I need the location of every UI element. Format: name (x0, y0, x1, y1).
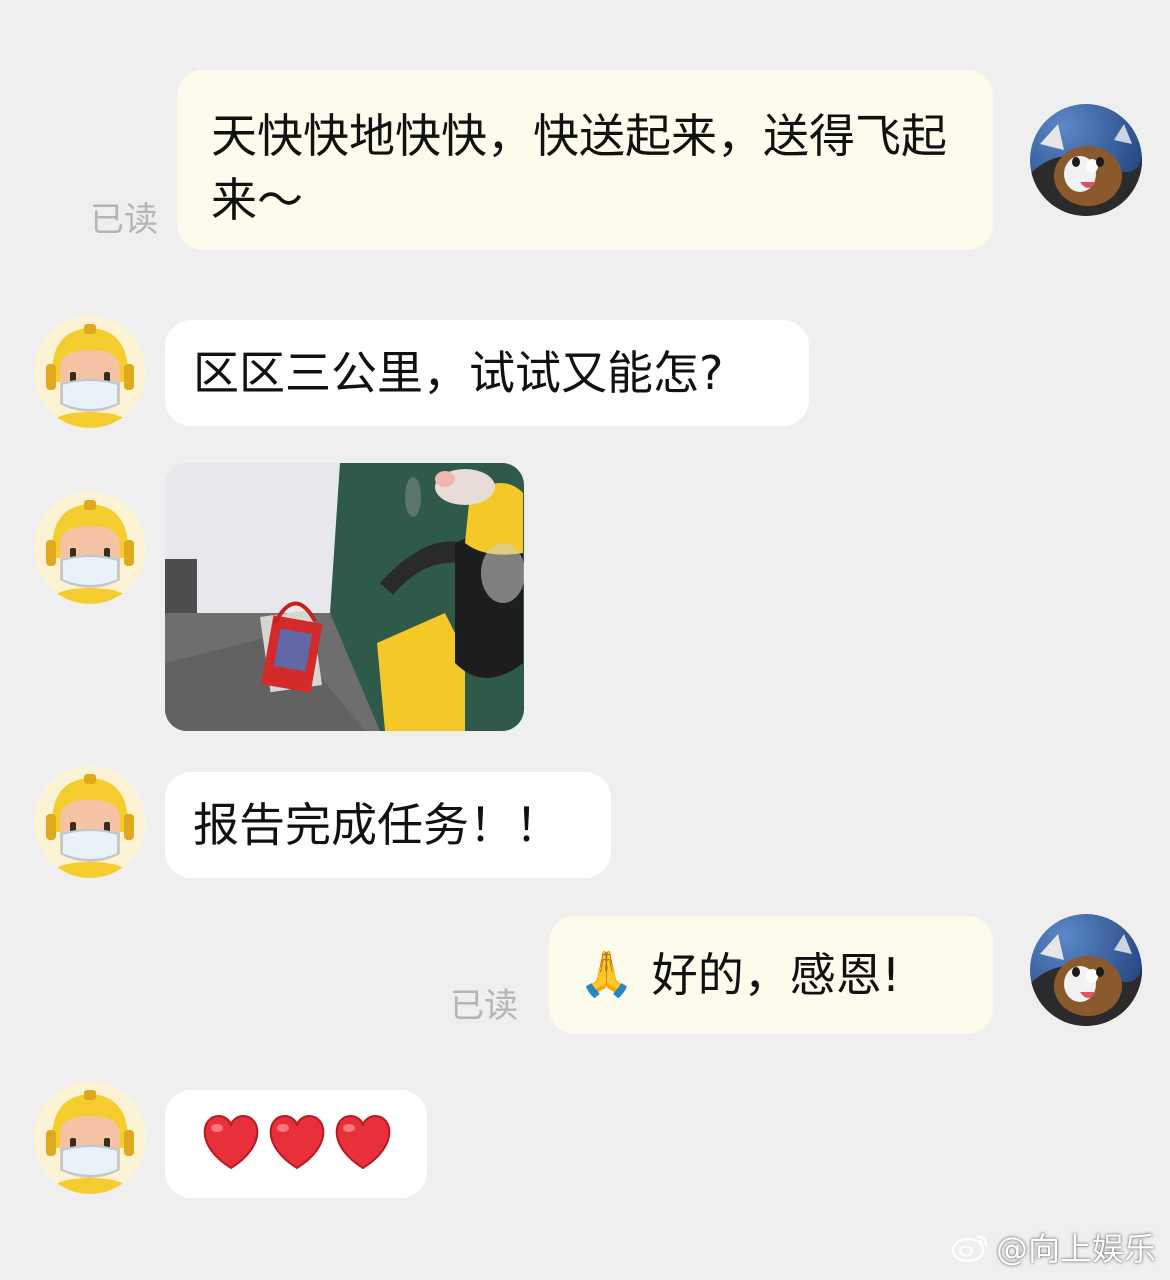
message-text: 区区三公里，试试又能怎? (193, 346, 724, 400)
rider-avatar[interactable] (34, 766, 146, 878)
hearts-row (203, 1114, 391, 1170)
heart-icon (335, 1114, 391, 1170)
message-text: 好的，感恩! (651, 948, 901, 1002)
message-text: 报告完成任务！！ (193, 798, 561, 852)
watermark: @向上娱乐 (950, 1224, 1156, 1270)
message-bubble[interactable]: ❤❤❤ (165, 1090, 427, 1198)
weibo-icon (951, 1235, 988, 1263)
rider-avatar[interactable] (34, 316, 146, 428)
heart-icon (269, 1114, 325, 1170)
message-bubble[interactable]: 🙏 好的，感恩! (549, 916, 993, 1034)
message-bubble[interactable]: 区区三公里，试试又能怎? (165, 320, 809, 426)
my-avatar[interactable] (1030, 914, 1142, 1026)
rider-avatar[interactable] (34, 492, 146, 604)
cat-avatar-icon (1030, 914, 1142, 1026)
read-status: 已读 (450, 986, 518, 1026)
delivery-photo (165, 463, 524, 731)
pray-emoji-icon: 🙏 (579, 949, 634, 1000)
my-avatar[interactable] (1030, 104, 1142, 216)
watermark-text: @向上娱乐 (995, 1230, 1156, 1268)
read-status: 已读 (90, 200, 158, 240)
rider-avatar-icon (34, 492, 146, 604)
rider-avatar-icon (34, 766, 146, 878)
message-bubble[interactable]: 天快快地快快，快送起来，送得飞起来～ (177, 70, 993, 250)
message-text: 天快快地快快，快送起来，送得飞起来～ (211, 109, 947, 227)
rider-avatar[interactable] (34, 1082, 146, 1194)
heart-icon (203, 1114, 259, 1170)
message-bubble[interactable]: 报告完成任务！！ (165, 772, 611, 878)
cat-avatar-icon (1030, 104, 1142, 216)
rider-avatar-icon (34, 1082, 146, 1194)
rider-avatar-icon (34, 316, 146, 428)
photo-message[interactable] (165, 463, 524, 731)
